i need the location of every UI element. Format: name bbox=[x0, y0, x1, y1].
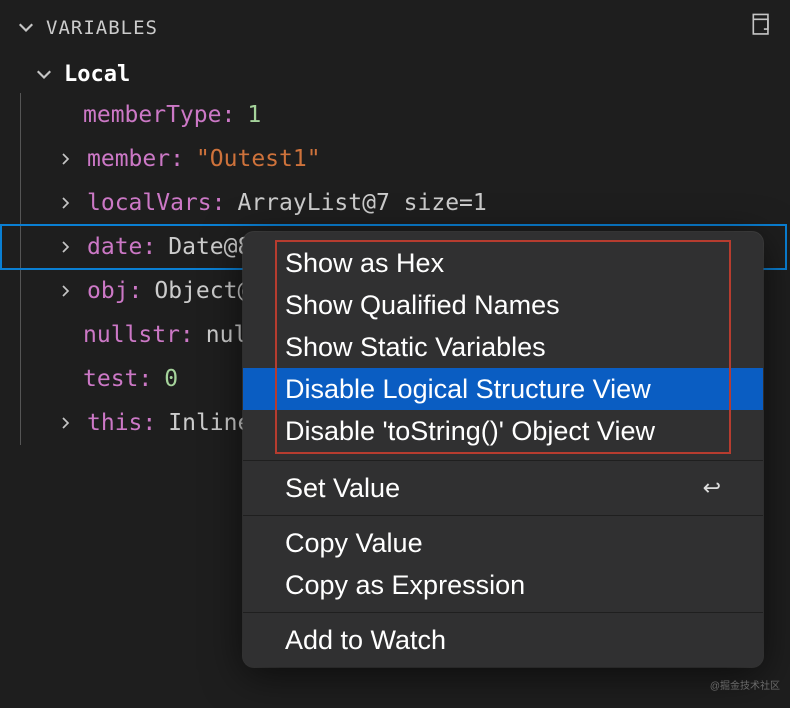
collapse-all-icon[interactable] bbox=[742, 8, 776, 48]
variable-value: ArrayList@7 size=1 bbox=[237, 190, 486, 216]
context-menu: Show as Hex Show Qualified Names Show Stat… bbox=[243, 232, 763, 667]
menu-label: Copy as Expression bbox=[285, 566, 525, 604]
menu-label: Disable 'toString()' Object View bbox=[285, 412, 655, 450]
variable-name: this: bbox=[87, 410, 156, 436]
watermark: @掘金技术社区 bbox=[710, 677, 780, 692]
menu-item[interactable]: Show Qualified Names bbox=[277, 284, 729, 326]
menu-label: Set Value bbox=[285, 469, 400, 507]
menu-group-copy: Copy Value Copy as Expression bbox=[243, 516, 763, 612]
variable-name: localVars: bbox=[87, 190, 225, 216]
variable-row[interactable]: memberType: 1 bbox=[21, 93, 790, 137]
variable-name: test: bbox=[83, 366, 152, 392]
menu-label: Disable Logical Structure View bbox=[285, 370, 651, 408]
variable-name: date: bbox=[87, 234, 156, 260]
variable-value: 1 bbox=[247, 102, 261, 128]
scope-local[interactable]: Local bbox=[64, 62, 130, 87]
variable-name: obj: bbox=[87, 278, 142, 304]
menu-label: Show Static Variables bbox=[285, 328, 546, 366]
variable-row[interactable]: localVars: ArrayList@7 size=1 bbox=[21, 181, 790, 225]
chevron-right-icon[interactable] bbox=[57, 415, 75, 431]
menu-item[interactable]: Show as Hex bbox=[277, 242, 729, 284]
menu-item[interactable]: Show Static Variables bbox=[277, 326, 729, 368]
chevron-down-icon[interactable] bbox=[16, 18, 36, 38]
menu-label: Copy Value bbox=[285, 524, 423, 562]
menu-label: Show Qualified Names bbox=[285, 286, 560, 324]
variable-row[interactable]: member: "Outest1" bbox=[21, 137, 790, 181]
menu-label: Add to Watch bbox=[285, 621, 446, 659]
chevron-right-icon[interactable] bbox=[57, 239, 75, 255]
panel-title: VARIABLES bbox=[46, 17, 158, 39]
chevron-down-icon[interactable] bbox=[34, 65, 54, 85]
menu-item[interactable]: Disable Logical Structure View bbox=[243, 368, 763, 410]
variable-name: memberType: bbox=[83, 102, 235, 128]
menu-item[interactable]: Copy Value bbox=[243, 522, 763, 564]
variable-value: Date@8 bbox=[168, 234, 251, 260]
chevron-right-icon[interactable] bbox=[57, 283, 75, 299]
menu-item[interactable]: Copy as Expression bbox=[243, 564, 763, 606]
menu-label: Show as Hex bbox=[285, 244, 444, 282]
chevron-right-icon[interactable] bbox=[57, 195, 75, 211]
menu-group-view-options: Show as Hex Show Qualified Names Show Stat… bbox=[277, 242, 729, 452]
variable-value: 0 bbox=[164, 366, 178, 392]
menu-item[interactable]: Disable 'toString()' Object View bbox=[277, 410, 729, 452]
menu-add-watch[interactable]: Add to Watch bbox=[243, 619, 763, 661]
menu-set-value[interactable]: Set Value ↩ bbox=[243, 467, 763, 509]
variable-name: member: bbox=[87, 146, 184, 172]
chevron-right-icon[interactable] bbox=[57, 151, 75, 167]
variable-value: "Outest1" bbox=[196, 146, 321, 172]
variable-name: nullstr: bbox=[83, 322, 194, 348]
enter-key-icon: ↩ bbox=[703, 469, 721, 507]
